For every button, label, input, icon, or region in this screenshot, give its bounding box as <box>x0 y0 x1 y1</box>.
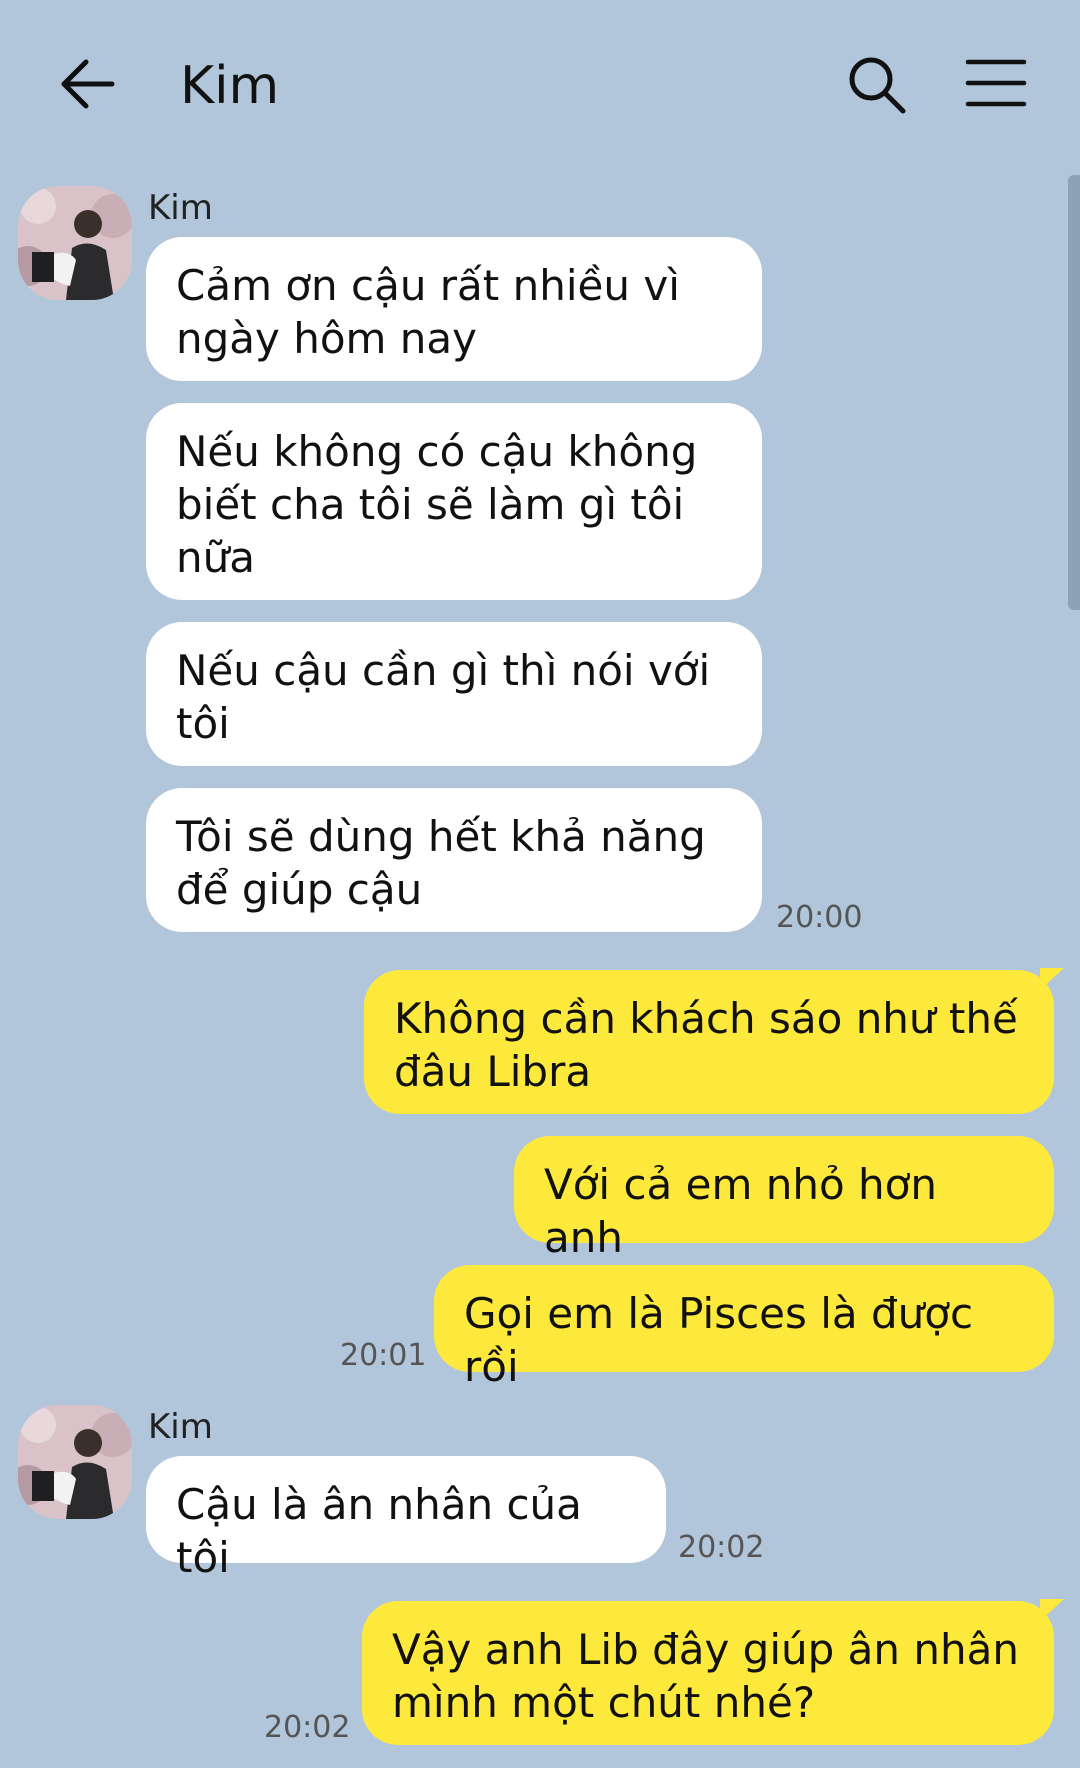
message-text: Cậu là ân nhân của tôi <box>176 1480 582 1582</box>
sender-name: Kim <box>148 188 213 228</box>
sender-name: Kim <box>148 1407 213 1447</box>
message-timestamp: 20:02 <box>678 1530 765 1565</box>
outgoing-message[interactable]: Gọi em là Pisces là được rồi <box>434 1265 1054 1391</box>
message-text: Vậy anh Lib đây giúp ân nhân mình một ch… <box>392 1625 1019 1727</box>
search-button[interactable] <box>844 52 910 118</box>
message-text: Với cả em nhỏ hơn anh <box>544 1160 937 1262</box>
scrollbar[interactable] <box>1068 175 1080 610</box>
avatar[interactable] <box>18 186 132 300</box>
incoming-message[interactable]: Cậu là ân nhân của tôi <box>146 1456 666 1582</box>
message-text: Nếu cậu cần gì thì nói với tôi <box>176 646 711 748</box>
message-text: Nếu không có cậu không biết cha tôi sẽ l… <box>176 427 698 582</box>
outgoing-message[interactable]: Không cần khách sáo như thế đâu Libra <box>364 970 1054 1114</box>
hamburger-menu-icon <box>965 59 1027 107</box>
message-text: Tôi sẽ dùng hết khả năng để giúp cậu <box>176 812 706 914</box>
message-timestamp: 20:00 <box>776 900 863 935</box>
profile-photo-icon <box>18 186 132 300</box>
message-text: Cảm ơn cậu rất nhiều vì ngày hôm nay <box>176 261 680 363</box>
avatar[interactable] <box>18 1405 132 1519</box>
arrow-left-icon <box>61 59 115 109</box>
chat-title: Kim <box>180 56 280 116</box>
bubble-tail <box>1040 1599 1064 1621</box>
outgoing-message[interactable]: Với cả em nhỏ hơn anh <box>514 1136 1054 1262</box>
bubble-tail <box>1040 968 1064 990</box>
profile-photo-icon <box>18 1405 132 1519</box>
message-text: Gọi em là Pisces là được rồi <box>464 1289 974 1391</box>
message-timestamp: 20:01 <box>340 1338 427 1373</box>
back-button[interactable] <box>56 56 146 116</box>
menu-button[interactable] <box>964 56 1028 112</box>
chat-header: Kim <box>0 0 1080 170</box>
message-text: Không cần khách sáo như thế đâu Libra <box>394 994 1018 1096</box>
incoming-message[interactable]: Nếu không có cậu không biết cha tôi sẽ l… <box>146 403 762 600</box>
incoming-message[interactable]: Tôi sẽ dùng hết khả năng để giúp cậu <box>146 788 762 932</box>
search-icon <box>849 57 906 114</box>
outgoing-message[interactable]: Vậy anh Lib đây giúp ân nhân mình một ch… <box>362 1601 1054 1745</box>
incoming-message[interactable]: Cảm ơn cậu rất nhiều vì ngày hôm nay <box>146 237 762 381</box>
message-timestamp: 20:02 <box>264 1710 351 1745</box>
incoming-message[interactable]: Nếu cậu cần gì thì nói với tôi <box>146 622 762 766</box>
